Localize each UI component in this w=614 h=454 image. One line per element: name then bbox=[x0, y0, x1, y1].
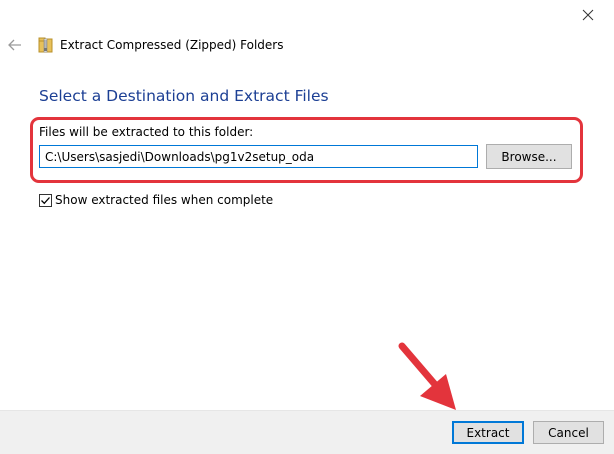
close-icon bbox=[582, 9, 594, 21]
page-heading: Select a Destination and Extract Files bbox=[39, 87, 329, 105]
close-button[interactable] bbox=[573, 0, 603, 30]
cancel-button[interactable]: Cancel bbox=[533, 421, 604, 444]
back-arrow-icon bbox=[8, 39, 21, 51]
checkmark-icon bbox=[41, 196, 50, 204]
extract-dialog: Extract Compressed (Zipped) Folders Sele… bbox=[0, 0, 614, 454]
show-files-checkbox[interactable] bbox=[39, 193, 52, 207]
dialog-title: Extract Compressed (Zipped) Folders bbox=[60, 38, 284, 52]
back-button[interactable] bbox=[6, 36, 24, 54]
extract-button[interactable]: Extract bbox=[452, 421, 524, 444]
show-files-option[interactable]: Show extracted files when complete bbox=[39, 192, 273, 208]
browse-button[interactable]: Browse... bbox=[486, 144, 572, 169]
show-files-label: Show extracted files when complete bbox=[55, 193, 274, 207]
destination-path-input[interactable] bbox=[39, 145, 478, 168]
zip-folder-icon bbox=[38, 37, 53, 53]
destination-label: Files will be extracted to this folder: bbox=[39, 125, 254, 139]
